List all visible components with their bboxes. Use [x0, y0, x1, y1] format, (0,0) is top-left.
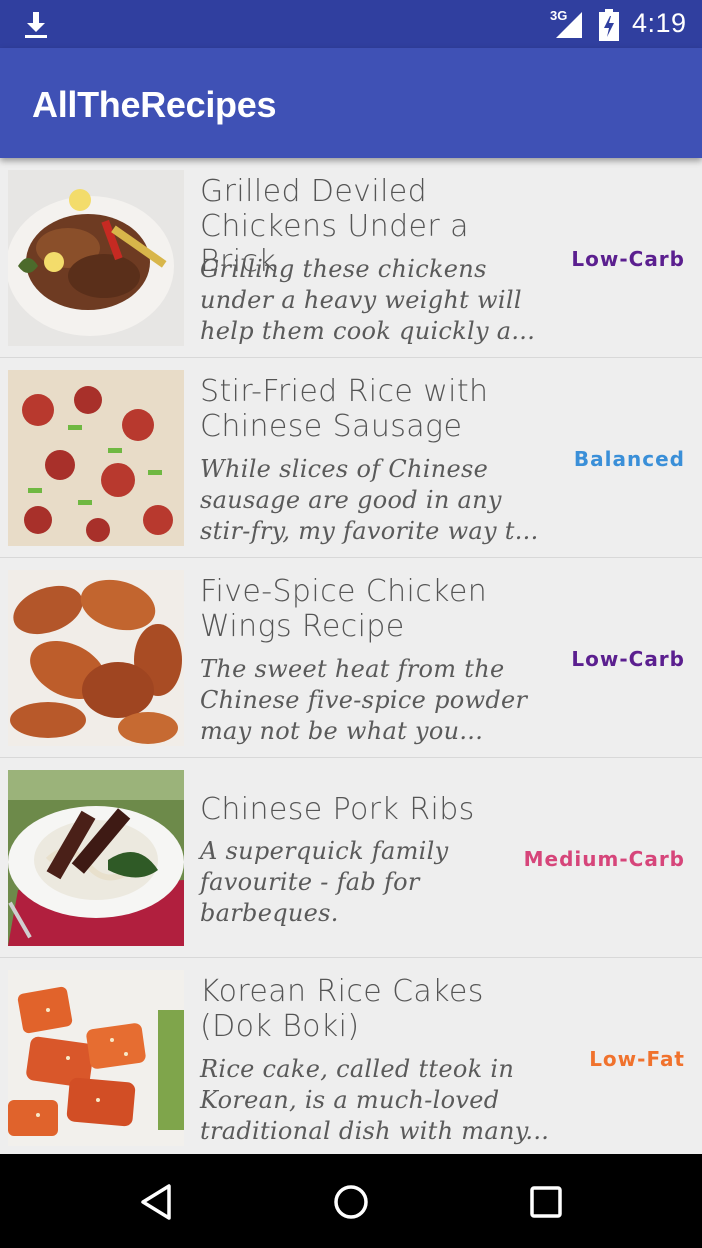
download-icon [25, 12, 47, 38]
recipe-image [8, 770, 184, 946]
home-icon[interactable] [329, 1180, 373, 1224]
signal-icon [556, 12, 582, 38]
back-icon[interactable] [135, 1180, 179, 1224]
clock: 4:19 [632, 8, 687, 38]
recipe-title: Stir-Fried Rice with Chinese Sausage [200, 374, 489, 444]
recipe-row[interactable]: Five-Spice Chicken Wings Recipe The swee… [0, 558, 702, 758]
recents-icon[interactable] [524, 1180, 568, 1224]
recipe-description: A superquick family favourite - fab for … [200, 837, 449, 927]
app-title: AllTheRecipes [32, 84, 277, 125]
recipe-description: Grilling these chickens under a heavy we… [200, 255, 536, 345]
diet-label: Low-Fat [589, 1047, 685, 1071]
recipe-title: Korean Rice Cakes (Dok Boki) [200, 974, 484, 1044]
diet-label: Balanced [573, 447, 685, 471]
recipe-title: Chinese Pork Ribs [200, 792, 475, 827]
recipe-description: The sweet heat from the Chinese five-spi… [200, 655, 528, 745]
recipe-row[interactable]: Stir-Fried Rice with Chinese Sausage Whi… [0, 358, 702, 558]
diet-label: Medium-Carb [523, 847, 685, 871]
recipe-description: Rice cake, called tteok in Korean, is a … [200, 1055, 550, 1145]
recipe-description: While slices of Chinese sausage are good… [200, 455, 539, 545]
navigation-bar [0, 1154, 702, 1248]
recipe-list[interactable]: Grilled Deviled Chickens Under a Brick G… [0, 158, 702, 1154]
recipe-image [8, 970, 184, 1146]
diet-label: Low-Carb [571, 247, 685, 271]
recipe-image [8, 570, 184, 746]
recipe-image [8, 170, 184, 346]
recipe-title: Five-Spice Chicken Wings Recipe [200, 574, 488, 644]
diet-label: Low-Carb [571, 647, 685, 671]
recipe-row[interactable]: Grilled Deviled Chickens Under a Brick G… [0, 158, 702, 358]
app-bar: AllTheRecipes [0, 48, 702, 158]
status-bar: 3G 4:19 [0, 0, 702, 48]
recipe-row[interactable]: Chinese Pork Ribs A superquick family fa… [0, 758, 702, 958]
recipe-row[interactable]: Korean Rice Cakes (Dok Boki) Rice cake, … [0, 958, 702, 1154]
battery-icon [599, 9, 619, 41]
recipe-image [8, 370, 184, 546]
